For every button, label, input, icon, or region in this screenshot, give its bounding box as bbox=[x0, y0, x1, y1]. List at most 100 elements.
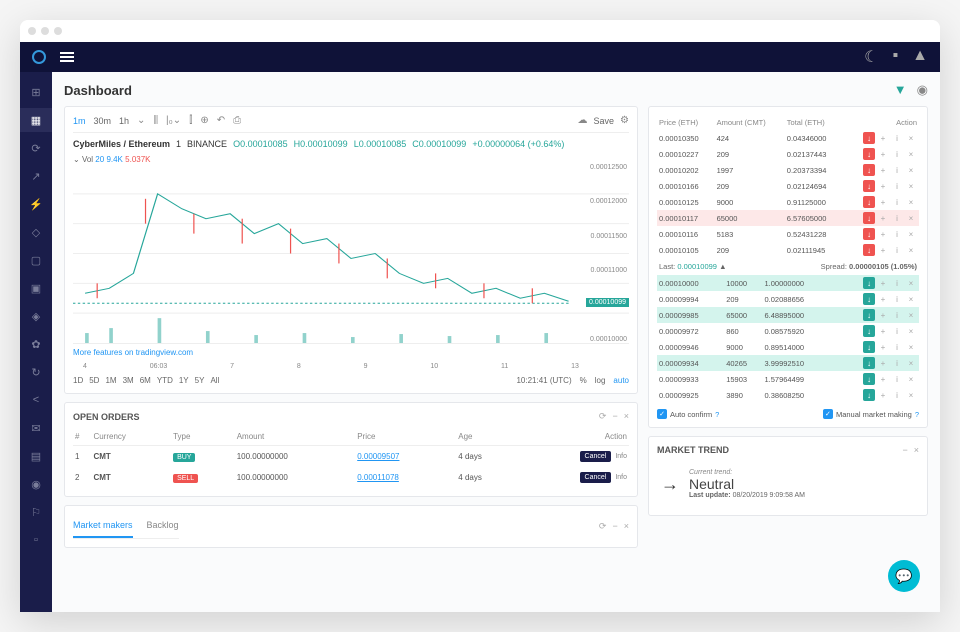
bars-icon[interactable]: ⫿ bbox=[189, 115, 192, 126]
sidebar-flag-icon[interactable]: ⚐ bbox=[20, 500, 52, 524]
minimize-icon[interactable]: − bbox=[612, 411, 617, 422]
info-icon[interactable]: i bbox=[891, 389, 903, 401]
sidebar-mail-icon[interactable]: ✉ bbox=[20, 416, 52, 440]
plus-icon[interactable]: + bbox=[877, 228, 889, 240]
info-icon[interactable]: i bbox=[891, 293, 903, 305]
buy-icon[interactable]: ↓ bbox=[863, 277, 875, 289]
info-icon[interactable]: i bbox=[891, 341, 903, 353]
plus-icon[interactable]: + bbox=[877, 180, 889, 192]
ask-row[interactable]: 0.0001020219970.20373394↓+i× bbox=[657, 162, 919, 178]
info-icon[interactable]: i bbox=[891, 164, 903, 176]
eye-icon[interactable]: ◉ bbox=[917, 82, 928, 98]
moon-icon[interactable]: ☾ bbox=[864, 47, 878, 67]
tf-1d[interactable]: 1D bbox=[73, 376, 83, 385]
order-currency[interactable]: CMT bbox=[91, 467, 171, 488]
bid-row[interactable]: 0.0000992538900.38608250↓+i× bbox=[657, 387, 919, 403]
plus-icon[interactable]: + bbox=[877, 341, 889, 353]
buy-icon[interactable]: ↓ bbox=[863, 293, 875, 305]
close-icon[interactable]: × bbox=[905, 389, 917, 401]
close-icon[interactable]: × bbox=[905, 309, 917, 321]
close-icon[interactable]: × bbox=[624, 521, 629, 532]
buy-icon[interactable]: ↓ bbox=[863, 341, 875, 353]
info-icon[interactable]: i bbox=[891, 357, 903, 369]
bid-row[interactable]: 0.00009933159031.57964499↓+i× bbox=[657, 371, 919, 387]
save-button[interactable]: Save bbox=[594, 116, 615, 126]
close-icon[interactable]: × bbox=[905, 196, 917, 208]
sidebar-layers-icon[interactable]: ◈ bbox=[20, 304, 52, 328]
indicators-icon[interactable]: |₀⌄ bbox=[166, 115, 181, 126]
close-icon[interactable]: × bbox=[905, 228, 917, 240]
tf-1m[interactable]: 1m bbox=[73, 116, 86, 126]
sidebar-dashboard-icon[interactable]: ▦ bbox=[20, 108, 52, 132]
plus-icon[interactable]: + bbox=[877, 244, 889, 256]
tf-1mo[interactable]: 1M bbox=[105, 376, 116, 385]
plus-icon[interactable]: + bbox=[877, 325, 889, 337]
sidebar-store-icon[interactable]: ▤ bbox=[20, 444, 52, 468]
close-icon[interactable]: × bbox=[905, 357, 917, 369]
refresh-icon[interactable]: ⟳ bbox=[599, 521, 607, 532]
chat-icon[interactable]: ▪ bbox=[892, 47, 898, 67]
plus-icon[interactable]: + bbox=[877, 148, 889, 160]
close-icon[interactable]: × bbox=[905, 325, 917, 337]
manual-mm-check[interactable]: ✓Manual market making ? bbox=[823, 409, 919, 419]
pct-toggle[interactable]: % bbox=[580, 376, 587, 385]
close-icon[interactable]: × bbox=[914, 445, 919, 455]
close-icon[interactable]: × bbox=[624, 411, 629, 422]
dropdown-icon[interactable]: ⌄ bbox=[137, 115, 145, 126]
ask-row[interactable]: 0.000103504240.04346000↓+i× bbox=[657, 130, 919, 146]
ask-row[interactable]: 0.0001011651830.52431228↓+i× bbox=[657, 226, 919, 242]
info-icon[interactable]: i bbox=[891, 180, 903, 192]
buy-icon[interactable]: ↓ bbox=[863, 357, 875, 369]
order-currency[interactable]: CMT bbox=[91, 446, 171, 468]
bid-row[interactable]: 0.0000994690000.89514000↓+i× bbox=[657, 339, 919, 355]
sidebar-diamond-icon[interactable]: ◇ bbox=[20, 220, 52, 244]
plus-icon[interactable]: + bbox=[877, 293, 889, 305]
help-icon[interactable]: ? bbox=[715, 410, 719, 419]
buy-icon[interactable]: ↓ bbox=[863, 373, 875, 385]
tf-ytd[interactable]: YTD bbox=[157, 376, 173, 385]
plus-icon[interactable]: + bbox=[877, 373, 889, 385]
plus-icon[interactable]: + bbox=[877, 277, 889, 289]
sell-icon[interactable]: ↓ bbox=[863, 132, 875, 144]
info-icon[interactable]: i bbox=[891, 228, 903, 240]
user-icon[interactable]: ▲ bbox=[912, 47, 928, 67]
order-price[interactable]: 0.00009507 bbox=[357, 452, 399, 461]
sell-icon[interactable]: ↓ bbox=[863, 180, 875, 192]
sidebar-history-icon[interactable]: ⟳ bbox=[20, 136, 52, 160]
cancel-button[interactable]: Cancel bbox=[580, 472, 612, 483]
tf-1h[interactable]: 1h bbox=[119, 116, 129, 126]
info-icon[interactable]: i bbox=[891, 148, 903, 160]
info-icon[interactable]: i bbox=[891, 244, 903, 256]
buy-icon[interactable]: ↓ bbox=[863, 389, 875, 401]
close-icon[interactable]: × bbox=[905, 244, 917, 256]
close-icon[interactable]: × bbox=[905, 277, 917, 289]
sidebar-save-icon[interactable]: ▣ bbox=[20, 276, 52, 300]
sidebar-activity-icon[interactable]: ⚡ bbox=[20, 192, 52, 216]
ask-row[interactable]: 0.0001012590000.91125000↓+i× bbox=[657, 194, 919, 210]
auto-toggle[interactable]: auto bbox=[613, 376, 629, 385]
sell-icon[interactable]: ↓ bbox=[863, 244, 875, 256]
buy-icon[interactable]: ↓ bbox=[863, 309, 875, 321]
tab-market-makers[interactable]: Market makers bbox=[73, 514, 133, 538]
info-icon[interactable]: i bbox=[891, 309, 903, 321]
auto-confirm-check[interactable]: ✓Auto confirm ? bbox=[657, 409, 719, 419]
buy-icon[interactable]: ↓ bbox=[863, 325, 875, 337]
tf-all[interactable]: All bbox=[210, 376, 219, 385]
camera-icon[interactable]: ⎙ bbox=[233, 115, 241, 126]
menu-icon[interactable] bbox=[60, 52, 74, 62]
info-icon[interactable]: i bbox=[891, 196, 903, 208]
plus-icon[interactable]: + bbox=[877, 212, 889, 224]
close-icon[interactable]: × bbox=[905, 373, 917, 385]
sidebar-refresh-icon[interactable]: ↻ bbox=[20, 360, 52, 384]
minimize-icon[interactable]: − bbox=[612, 521, 617, 532]
sidebar-grid-icon[interactable]: ⊞ bbox=[20, 80, 52, 104]
info-icon[interactable]: i bbox=[891, 132, 903, 144]
sell-icon[interactable]: ↓ bbox=[863, 164, 875, 176]
bid-row[interactable]: 0.00009985650006.48895000↓+i× bbox=[657, 307, 919, 323]
sidebar-clipboard-icon[interactable]: ▢ bbox=[20, 248, 52, 272]
plus-icon[interactable]: + bbox=[877, 357, 889, 369]
tf-5y[interactable]: 5Y bbox=[195, 376, 205, 385]
close-icon[interactable]: × bbox=[905, 180, 917, 192]
info-icon[interactable]: i bbox=[891, 277, 903, 289]
settings-icon[interactable]: ⚙ bbox=[620, 115, 629, 126]
